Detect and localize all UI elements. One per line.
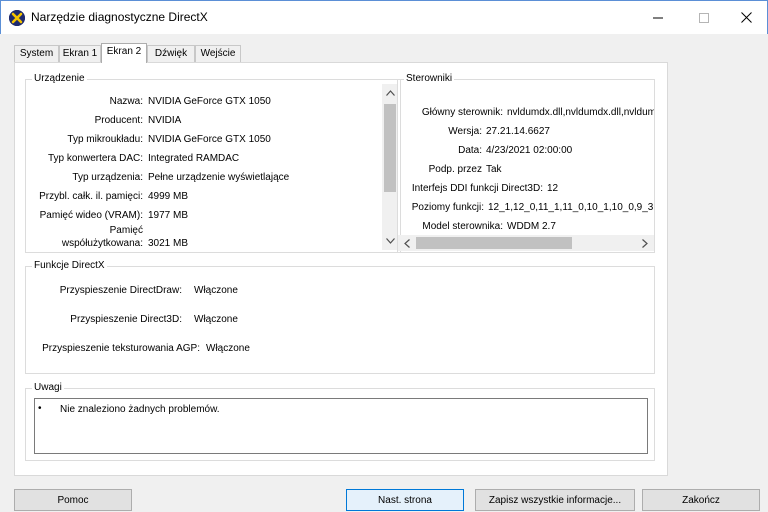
- tab-panel: Urządzenie Nazwa: NVIDIA GeForce GTX 105…: [14, 62, 668, 476]
- device-type-label: Typ urządzenia:: [72, 172, 143, 183]
- version-value: 27.21.14.6627: [486, 126, 550, 137]
- agp-value: Włączone: [206, 343, 250, 354]
- main-driver-label: Główny sterownik:: [421, 107, 503, 118]
- feature-levels-label: Poziomy funkcji:: [411, 202, 484, 213]
- tab-sound[interactable]: Dźwięk: [147, 45, 195, 62]
- directx-features-group: Funkcje DirectX Przyspieszenie DirectDra…: [25, 260, 655, 374]
- exit-button[interactable]: Zakończ: [642, 489, 760, 511]
- ddi-label: Interfejs DDI funkcji Direct3D:: [411, 183, 543, 194]
- directdraw-label: Przyspieszenie DirectDraw:: [59, 285, 182, 296]
- drivers-group: Sterowniki Główny sterownik: nvldumdx.dl…: [397, 73, 655, 253]
- dac-type-value: Integrated RAMDAC: [148, 153, 240, 164]
- signed-by-label: Podp. przez: [428, 164, 482, 175]
- notes-text: Nie znaleziono żadnych problemów.: [60, 404, 220, 415]
- window-title: Narzędzie diagnostyczne DirectX: [31, 10, 208, 24]
- agp-label: Przyspieszenie teksturowania AGP:: [42, 343, 200, 354]
- tab-display-1[interactable]: Ekran 1: [59, 45, 101, 62]
- minimize-button[interactable]: [635, 1, 681, 34]
- chevron-up-icon[interactable]: [385, 88, 395, 98]
- shared-memory-label-line1: Pamięć: [109, 225, 143, 236]
- direct3d-label: Przyspieszenie Direct3D:: [70, 314, 182, 325]
- device-scroll-thumb[interactable]: [384, 104, 396, 192]
- vram-label: Pamięć wideo (VRAM):: [39, 210, 143, 221]
- main-driver-value: nvldumdx.dll,nvldumdx.dll,nvldum: [507, 107, 654, 118]
- directdraw-value: Włączone: [194, 285, 238, 296]
- tab-system[interactable]: System: [14, 45, 59, 62]
- date-label: Data:: [458, 145, 482, 156]
- notes-group: Uwagi • Nie znaleziono żadnych problemów…: [25, 382, 655, 461]
- chevron-right-icon[interactable]: [640, 238, 650, 248]
- notes-group-label: Uwagi: [32, 382, 64, 393]
- drivers-scroll-thumb[interactable]: [416, 237, 572, 249]
- notes-bullet: •: [38, 403, 42, 414]
- total-memory-label: Przybl. całk. il. pamięci:: [39, 191, 143, 202]
- next-page-button[interactable]: Nast. strona: [346, 489, 464, 511]
- device-type-value: Pełne urządzenie wyświetlające: [148, 172, 290, 183]
- total-memory-value: 4999 MB: [148, 191, 189, 202]
- direct3d-value: Włączone: [194, 314, 238, 325]
- directx-icon: [9, 10, 25, 26]
- feature-levels-value: 12_1,12_0,11_1,11_0,10_1,10_0,9_3,: [488, 202, 654, 213]
- help-button[interactable]: Pomoc: [14, 489, 132, 511]
- directx-features-group-label: Funkcje DirectX: [32, 260, 107, 271]
- device-name-value: NVIDIA GeForce GTX 1050: [148, 96, 271, 107]
- chip-type-label: Typ mikroukładu:: [67, 134, 143, 145]
- chevron-left-icon[interactable]: [402, 238, 412, 248]
- dac-type-label: Typ konwertera DAC:: [47, 153, 143, 164]
- ddi-value: 12: [547, 183, 559, 194]
- chevron-down-icon[interactable]: [385, 236, 395, 246]
- date-value: 4/23/2021 02:00:00: [486, 145, 573, 156]
- close-button[interactable]: [723, 1, 768, 34]
- device-group: Urządzenie Nazwa: NVIDIA GeForce GTX 105…: [25, 73, 401, 253]
- driver-model-value: WDDM 2.7: [507, 221, 556, 232]
- drivers-content: Główny sterownik: nvldumdx.dll,nvldumdx.…: [398, 80, 654, 234]
- device-name-label: Nazwa:: [109, 96, 143, 107]
- shared-memory-label-line2: współużytkowana:: [61, 238, 143, 249]
- tab-input[interactable]: Wejście: [195, 45, 241, 62]
- driver-model-label: Model sterownika:: [422, 221, 503, 232]
- notes-textbox[interactable]: • Nie znaleziono żadnych problemów.: [34, 398, 648, 454]
- version-label: Wersja:: [448, 126, 482, 137]
- save-all-info-button[interactable]: Zapisz wszystkie informacje...: [475, 489, 635, 511]
- device-vertical-scrollbar[interactable]: [382, 84, 398, 250]
- device-group-label: Urządzenie: [32, 73, 87, 84]
- chip-type-value: NVIDIA GeForce GTX 1050: [148, 134, 271, 145]
- drivers-horizontal-scrollbar[interactable]: [398, 235, 654, 251]
- manufacturer-label: Producent:: [94, 115, 143, 126]
- vram-value: 1977 MB: [148, 210, 189, 221]
- shared-memory-value: 3021 MB: [148, 238, 189, 249]
- title-bar: Narzędzie diagnostyczne DirectX: [0, 0, 768, 34]
- tab-display-2[interactable]: Ekran 2: [101, 43, 147, 63]
- manufacturer-value: NVIDIA: [148, 115, 182, 126]
- signed-by-value: Tak: [486, 164, 502, 175]
- maximize-button[interactable]: [681, 1, 727, 34]
